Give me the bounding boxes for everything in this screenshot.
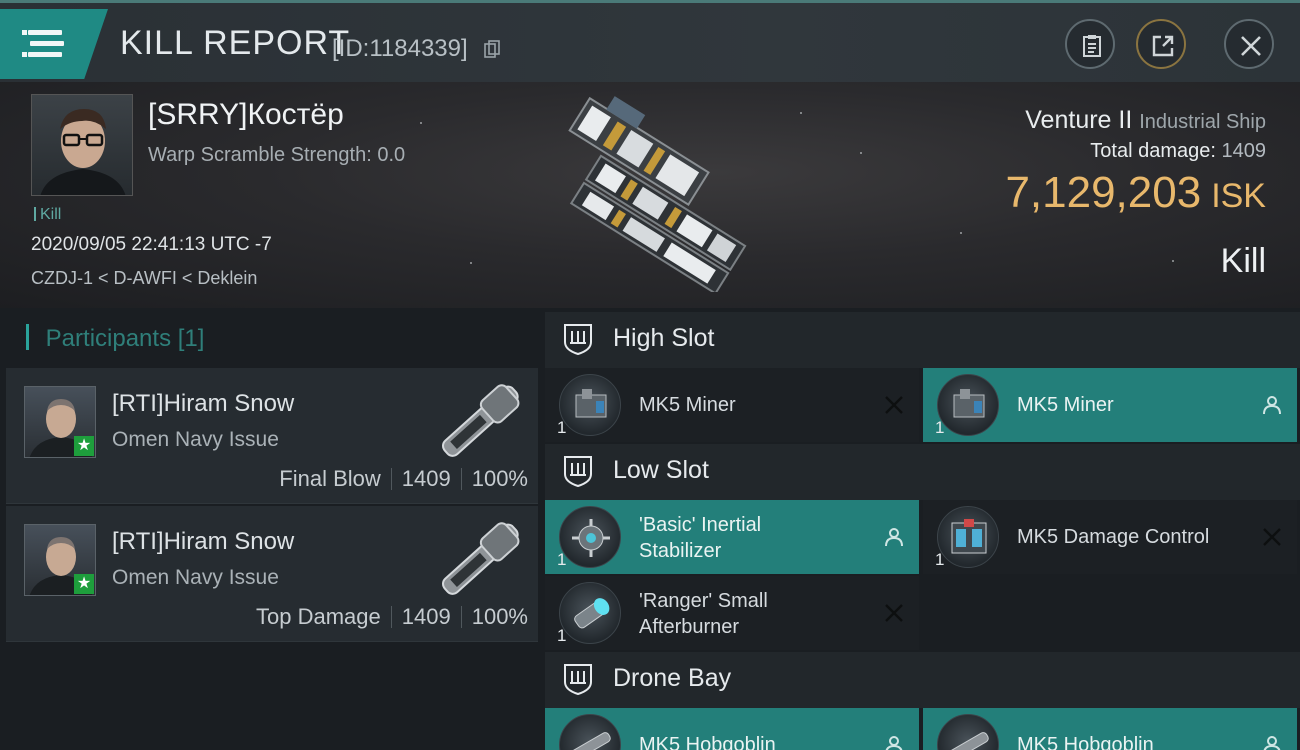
dropped-person-icon <box>885 528 903 547</box>
item-name: MK5 Hobgoblin <box>1017 734 1154 750</box>
isk-value: 7,129,203 ISK <box>1005 168 1266 218</box>
participant-damage: 1409 <box>401 604 451 629</box>
close-button[interactable] <box>1224 19 1274 69</box>
destroyed-icon <box>1263 528 1281 546</box>
item-name: MK5 Miner <box>639 394 736 416</box>
module-item[interactable]: MK5 Hobgoblin <box>545 708 919 750</box>
participants-label: Participants <box>45 325 172 352</box>
participant-ship: Omen Navy Issue <box>112 428 279 451</box>
damage-control-icon <box>937 506 999 568</box>
participant-damage: 1409 <box>401 466 451 491</box>
participant-role: Final Blow <box>279 466 381 491</box>
participant-name[interactable]: [RTI]Hiram Snow <box>112 528 294 556</box>
total-damage-label: Total damage: <box>1090 140 1216 162</box>
warp-scramble-strength: Warp Scramble Strength: 0.0 <box>148 144 406 166</box>
share-button[interactable] <box>1136 19 1186 69</box>
item-name: MK5 Miner <box>1017 394 1114 416</box>
menu-button[interactable] <box>0 9 108 79</box>
item-quantity: 1 <box>557 418 567 437</box>
item-quantity: 1 <box>935 550 945 569</box>
clipboard-icon <box>1083 35 1101 57</box>
total-damage: Total damage: 1409 <box>1090 140 1266 163</box>
kill-report-header: KILL REPORT [ID:1184339] <box>0 0 1300 82</box>
participant-card[interactable]: ★ [RTI]Hiram Snow Omen Navy Issue Top Da… <box>6 506 538 642</box>
kill-location[interactable]: CZDJ-1 < D-AWFI < Deklein <box>31 268 257 289</box>
high-slot-header: High Slot <box>545 312 1300 368</box>
page-title: KILL REPORT <box>120 24 351 62</box>
participant-avatar[interactable]: ★ <box>24 524 96 596</box>
module-item[interactable]: 1 MK5 Miner <box>923 368 1297 442</box>
participant-ship: Omen Navy Issue <box>112 566 279 589</box>
item-name: MK5 Damage Control <box>1017 526 1210 548</box>
high-slot-icon <box>564 324 592 356</box>
module-item[interactable]: 1 'Ranger' Small Afterburner <box>545 576 919 650</box>
miner-module-icon <box>559 374 621 436</box>
participants-count: [1] <box>177 325 205 352</box>
drone-bay-header: Drone Bay <box>545 652 1300 708</box>
dropped-person-icon <box>1263 736 1281 750</box>
share-icon <box>1152 35 1174 57</box>
item-quantity: 1 <box>557 550 567 569</box>
weapon-icon <box>442 522 520 595</box>
victim-name[interactable]: [SRRY]Костёр <box>148 98 344 132</box>
item-name-line1: 'Ranger' Small <box>639 590 768 612</box>
module-item[interactable]: 1 'Basic' Inertial Stabilizer <box>545 500 919 574</box>
total-damage-value: 1409 <box>1221 140 1267 162</box>
participant-name[interactable]: [RTI]Hiram Snow <box>112 390 294 418</box>
participants-header: Participants [1] <box>26 324 205 353</box>
participant-percent: 100% <box>471 604 528 629</box>
item-quantity: 1 <box>557 626 567 645</box>
close-icon <box>1241 36 1261 56</box>
dropped-person-icon <box>885 736 903 750</box>
victim-summary: [SRRY]Костёр Warp Scramble Strength: 0.0… <box>0 82 1300 308</box>
copy-icon[interactable] <box>484 40 500 58</box>
participant-stats: Final Blow 1409 100% <box>279 466 528 492</box>
kill-datetime: 2020/09/05 22:41:13 UTC -7 <box>31 234 272 255</box>
module-item[interactable]: 1 MK5 Miner <box>545 368 919 442</box>
item-name-line2: Stabilizer <box>639 540 722 562</box>
isk-unit: ISK <box>1211 177 1266 215</box>
ship-class: Industrial Ship <box>1139 111 1266 133</box>
weapon-icon <box>442 384 520 457</box>
result-label: Kill <box>1220 242 1266 280</box>
low-slot-header: Low Slot <box>545 444 1300 500</box>
item-name-line1: 'Basic' Inertial <box>639 514 762 536</box>
participant-role: Top Damage <box>256 604 381 629</box>
miner-module-icon <box>937 374 999 436</box>
drone-icon <box>937 714 999 750</box>
destroyed-icon <box>885 396 903 414</box>
pilot-portrait-icon <box>40 109 126 195</box>
participant-avatar[interactable]: ★ <box>24 386 96 458</box>
low-slot-icon <box>564 456 592 488</box>
module-item[interactable]: 1 MK5 Damage Control <box>923 500 1297 574</box>
destroyed-icon <box>885 604 903 622</box>
item-name-line2: Afterburner <box>639 616 740 638</box>
clipboard-button[interactable] <box>1065 19 1115 69</box>
menu-icon <box>22 30 27 35</box>
drone-icon <box>559 714 621 750</box>
inertial-stabilizer-icon <box>559 506 621 568</box>
item-quantity: 1 <box>935 418 945 437</box>
star-icon: ★ <box>74 436 94 456</box>
drone-bay-title: Drone Bay <box>613 664 732 692</box>
participant-stats: Top Damage 1409 100% <box>256 604 528 630</box>
high-slot-title: High Slot <box>613 324 715 352</box>
kill-tag: Kill <box>34 206 61 224</box>
low-slot-title: Low Slot <box>613 456 709 484</box>
item-name: MK5 Hobgoblin <box>639 734 776 750</box>
victim-ship[interactable]: Venture II Industrial Ship <box>1025 106 1266 135</box>
participant-card[interactable]: ★ [RTI]Hiram Snow Omen Navy Issue Final … <box>6 368 538 504</box>
star-icon: ★ <box>74 574 94 594</box>
ship-image[interactable] <box>530 92 780 292</box>
module-item[interactable]: MK5 Hobgoblin <box>923 708 1297 750</box>
afterburner-icon <box>559 582 621 644</box>
ship-name: Venture II <box>1025 106 1133 134</box>
dropped-person-icon <box>1263 396 1281 415</box>
drone-bay-icon <box>564 664 592 696</box>
victim-avatar[interactable] <box>31 94 133 196</box>
isk-amount: 7,129,203 <box>1005 168 1202 217</box>
report-id: [ID:1184339] <box>332 35 468 62</box>
participant-percent: 100% <box>471 466 528 491</box>
